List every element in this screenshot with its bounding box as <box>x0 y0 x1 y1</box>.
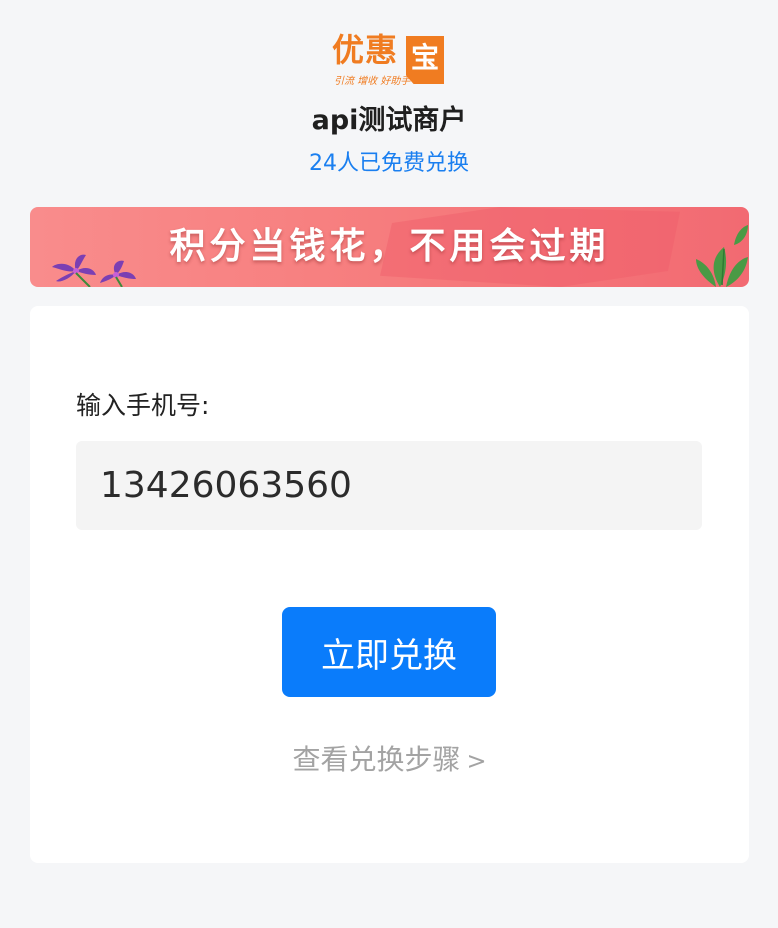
view-steps-link[interactable]: 查看兑换步骤 > <box>30 738 749 778</box>
phone-label: 输入手机号: <box>76 391 210 420</box>
redeem-now-button[interactable]: 立即兑换 <box>282 607 496 697</box>
logo-slogan: 引流 增收 好助手 <box>334 76 411 87</box>
chevron-right-icon: > <box>466 747 487 775</box>
redeem-card: 输入手机号: 立即兑换 查看兑换步骤> <box>30 306 749 863</box>
merchant-name: api测试商户 <box>311 105 467 136</box>
logo-container: 优惠 宝 引流 增收 好助手 <box>0 31 778 88</box>
logo-text: 优惠 <box>332 31 399 69</box>
phone-input[interactable] <box>76 441 702 530</box>
page: 优惠 宝 引流 增收 好助手 api测试商户 24人已免费兑换 积分当钱花，不用… <box>0 0 778 928</box>
logo-box: 宝 <box>406 36 444 84</box>
view-steps-label: 查看兑换步骤 <box>292 743 461 776</box>
brand-logo: 优惠 宝 引流 增收 好助手 <box>332 31 446 88</box>
redeem-count: 24人已免费兑换 <box>309 151 469 176</box>
promo-banner: 积分当钱花，不用会过期 <box>30 207 749 287</box>
banner-slogan: 积分当钱花，不用会过期 <box>169 226 610 267</box>
